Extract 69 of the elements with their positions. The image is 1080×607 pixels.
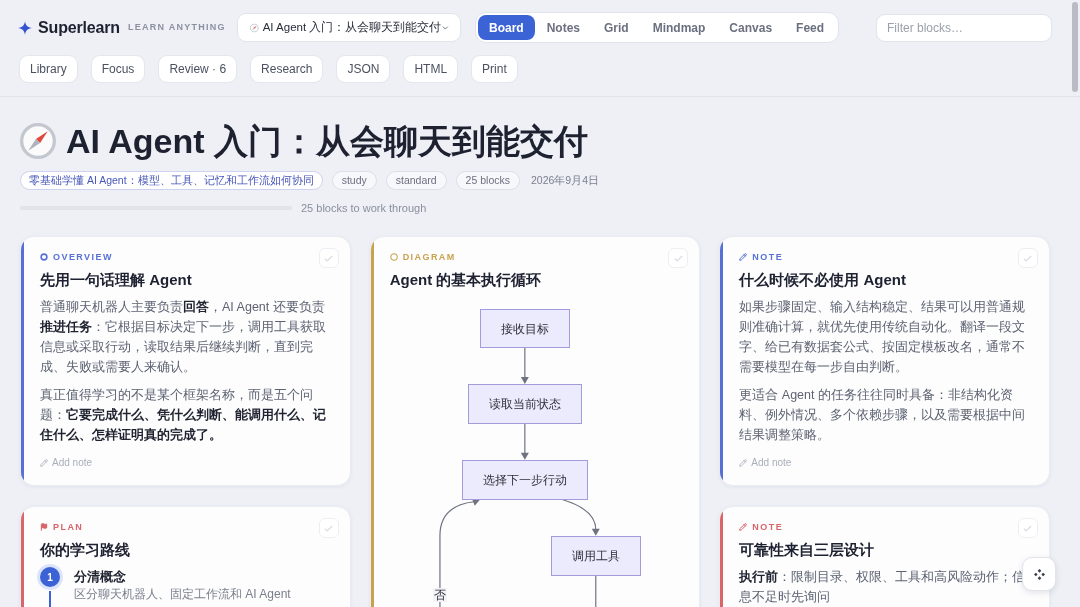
view-tab[interactable]: Canvas	[717, 15, 785, 40]
toolbar-button[interactable]: JSON	[336, 55, 391, 83]
done-checkbox[interactable]	[668, 248, 689, 268]
step-connector	[49, 591, 51, 607]
view-tab[interactable]: Mindmap	[640, 15, 718, 40]
toolbar-button[interactable]: Library	[19, 55, 78, 83]
card-kind-label: PLAN	[53, 521, 84, 533]
date-text: 2026年9月4日	[530, 172, 599, 188]
flow-node: 接收目标	[479, 309, 570, 348]
tag: standard	[385, 171, 447, 190]
ring-icon	[389, 253, 398, 261]
card-title: 你的学习路线	[40, 540, 131, 560]
done-checkbox[interactable]	[318, 248, 339, 268]
card-kind-label: DIAGRAM	[402, 251, 456, 263]
app-name: Superlearn	[38, 17, 120, 38]
step-title: 分清概念	[74, 568, 127, 586]
pencil-icon	[739, 459, 748, 467]
view-tab[interactable]: Feed	[784, 15, 837, 40]
compass-icon	[20, 123, 56, 159]
card-kind-label: OVERVIEW	[53, 251, 113, 263]
flow-node: 调用工具	[550, 536, 641, 576]
card-paragraph: 真正值得学习的不是某个框架名称，而是五个问题：它要完成什么、凭什么判断、能调用什么、记住什么、怎样证明真的完成了。	[40, 387, 327, 444]
card-title: 什么时候不必使用 Agent	[739, 270, 907, 290]
flag-icon	[40, 523, 48, 531]
card-paragraph: 普通聊天机器人主要负责回答，AI Agent 还要负责推进任务：它根据目标决定下一步，调用工具获取信息或采取行动，读取结果后继续判断，直到完成、失败或需要人来确认。	[40, 299, 327, 376]
done-checkbox[interactable]	[1018, 248, 1038, 268]
sparkle-icon	[18, 20, 32, 35]
done-checkbox[interactable]	[318, 518, 339, 538]
card-title: 先用一句话理解 Agent	[40, 270, 193, 290]
flow-node: 读取当前状态	[467, 384, 582, 424]
app-tagline: LEARN ANYTHING	[128, 20, 226, 34]
card-title: 可靠性来自三层设计	[739, 540, 876, 560]
card-paragraph: 更适合 Agent 的任务往往同时具备：非结构化资料、例外情况、多个依赖步骤，以及需要根据中间结果调整策略。	[739, 387, 1027, 444]
card-title: Agent 的基本执行循环	[389, 270, 543, 290]
filter-field[interactable]: Filter blocks…	[876, 13, 1052, 42]
toolbar-button[interactable]: Review · 6	[158, 55, 238, 83]
view-tab[interactable]: Grid	[592, 15, 641, 40]
view-tab[interactable]: Notes	[534, 15, 592, 40]
connector-line	[594, 575, 597, 607]
view-tab[interactable]: Board	[478, 15, 535, 40]
toolbar-button[interactable]: Research	[250, 55, 324, 83]
arrow	[520, 347, 529, 384]
topic-tag: 零基础学懂 AI Agent：模型、工具、记忆和工作流如何协同	[20, 171, 323, 190]
tag: study	[331, 171, 377, 190]
toolbar-button[interactable]: HTML	[403, 55, 459, 83]
ring-icon	[40, 253, 48, 261]
toolbar-button[interactable]: Print	[471, 55, 518, 83]
step-number: 1	[40, 567, 60, 587]
scrollbar-thumb[interactable]	[1072, 2, 1078, 92]
card-kind-label: NOTE	[752, 521, 784, 533]
done-checkbox[interactable]	[1018, 518, 1038, 538]
arrow	[520, 423, 529, 460]
progress-label: 25 blocks to work through	[301, 200, 427, 216]
flow-node: 选择下一步行动	[461, 460, 588, 500]
step-text: 区分聊天机器人、固定工作流和 AI Agent	[74, 587, 291, 602]
card-kind-label: NOTE	[752, 251, 784, 263]
page-title: AI Agent 入门：从会聊天到能交付	[66, 121, 588, 161]
card-paragraph: 如果步骤固定、输入结构稳定、结果可以用普通规则准确计算，就优先使用传统自动化。翻译一段文字、给已有数据套公式、按固定模板改名，通常不需要模型在每一步自由判断。	[739, 299, 1027, 376]
edge-label: 否	[432, 588, 447, 602]
pencil-icon	[40, 459, 48, 467]
pencil-icon	[739, 523, 748, 531]
pencil-icon	[739, 253, 748, 261]
arrow	[561, 499, 600, 536]
toolbar-button[interactable]: Focus	[90, 55, 146, 83]
tag: 25 blocks	[455, 171, 520, 190]
floating-button[interactable]	[1022, 557, 1056, 591]
course-select[interactable]: AI Agent 入门：从会聊天到能交付	[237, 13, 461, 42]
compass-icon	[250, 21, 259, 34]
diamond-dots-icon	[1033, 568, 1045, 580]
